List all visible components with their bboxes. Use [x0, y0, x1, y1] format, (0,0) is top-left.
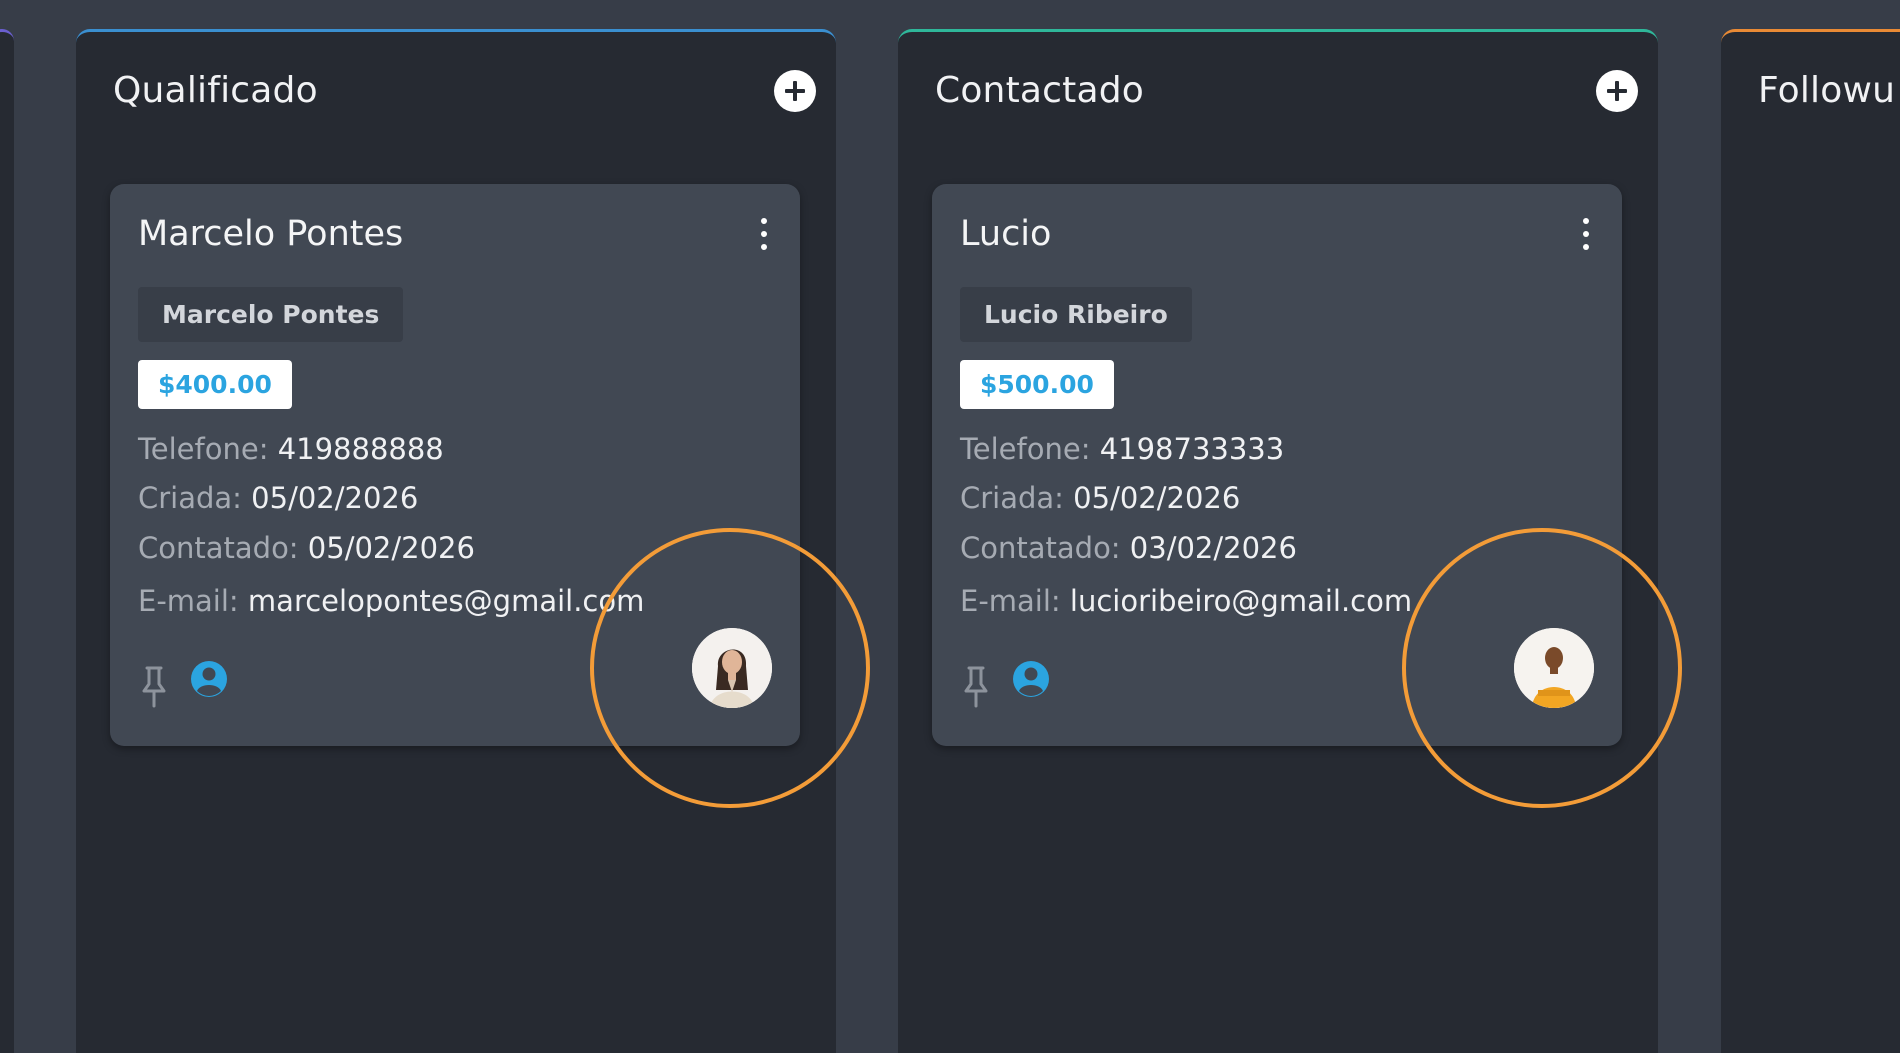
phone-row: Telefone: 4198733333 — [960, 432, 1284, 466]
pin-icon[interactable] — [138, 664, 170, 708]
contacted-value: 03/02/2026 — [1129, 531, 1297, 565]
email-value: marcelopontes@gmail.com — [247, 584, 645, 618]
man-avatar-image — [1514, 628, 1594, 708]
avatar[interactable] — [692, 628, 772, 708]
woman-avatar-image — [692, 628, 772, 708]
column-previous — [0, 29, 14, 1053]
column-qualificado: Qualificado Marcelo Pontes Marcelo Ponte… — [76, 29, 836, 1053]
created-label: Criada: — [960, 481, 1064, 515]
kanban-board: Qualificado Marcelo Pontes Marcelo Ponte… — [0, 0, 1900, 1053]
phone-label: Telefone: — [138, 432, 269, 466]
contacted-label: Contatado: — [960, 531, 1121, 565]
pin-icon[interactable] — [960, 664, 992, 708]
email-label: E-mail: — [138, 584, 239, 618]
created-value: 05/02/2026 — [1073, 481, 1241, 515]
email-label: E-mail: — [960, 584, 1061, 618]
phone-value: 4198733333 — [1099, 432, 1285, 466]
created-row: Criada: 05/02/2026 — [138, 481, 418, 515]
phone-value: 419888888 — [277, 432, 444, 466]
kebab-menu-icon[interactable] — [1578, 218, 1594, 250]
price-badge: $400.00 — [138, 360, 292, 409]
phone-label: Telefone: — [960, 432, 1091, 466]
avatar[interactable] — [1514, 628, 1594, 708]
contacted-label: Contatado: — [138, 531, 299, 565]
card-title: Lucio — [960, 214, 1052, 254]
contacted-value: 05/02/2026 — [307, 531, 475, 565]
plus-icon — [785, 81, 805, 101]
user-circle-icon[interactable] — [1012, 660, 1050, 698]
contacted-row: Contatado: 05/02/2026 — [138, 531, 475, 565]
user-circle-icon[interactable] — [190, 660, 228, 698]
email-value: lucioribeiro@gmail.com — [1069, 584, 1413, 618]
column-contactado: Contactado Lucio Lucio Ribeiro $500.00 T… — [898, 29, 1658, 1053]
phone-row: Telefone: 419888888 — [138, 432, 444, 466]
email-row: E-mail: lucioribeiro@gmail.com — [960, 584, 1412, 618]
add-card-button[interactable] — [1596, 70, 1638, 112]
column-followup: Followu — [1721, 29, 1900, 1053]
plus-icon — [1607, 81, 1627, 101]
card-title: Marcelo Pontes — [138, 214, 404, 254]
contact-tag: Lucio Ribeiro — [960, 287, 1192, 342]
column-title: Qualificado — [113, 70, 318, 111]
column-title: Followu — [1758, 70, 1896, 111]
created-row: Criada: 05/02/2026 — [960, 481, 1240, 515]
created-value: 05/02/2026 — [251, 481, 419, 515]
lead-card[interactable]: Lucio Lucio Ribeiro $500.00 Telefone: 41… — [932, 184, 1622, 746]
created-label: Criada: — [138, 481, 242, 515]
contact-tag: Marcelo Pontes — [138, 287, 404, 342]
lead-card[interactable]: Marcelo Pontes Marcelo Pontes $400.00 Te… — [110, 184, 800, 746]
contacted-row: Contatado: 03/02/2026 — [960, 531, 1297, 565]
price-badge: $500.00 — [960, 360, 1114, 409]
add-card-button[interactable] — [774, 70, 816, 112]
email-row: E-mail: marcelopontes@gmail.com — [138, 584, 644, 618]
column-title: Contactado — [935, 70, 1144, 111]
kebab-menu-icon[interactable] — [756, 218, 772, 250]
